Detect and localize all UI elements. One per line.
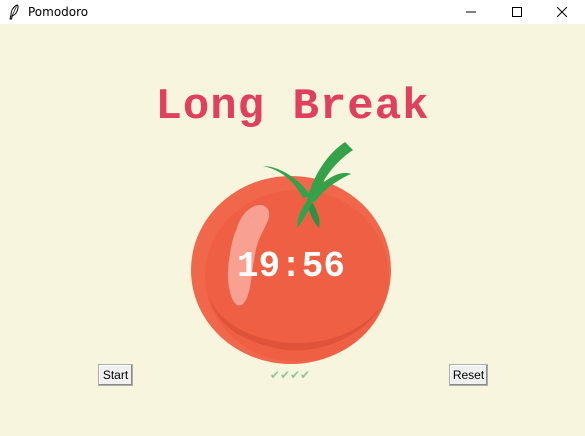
maximize-icon [512, 7, 522, 17]
reset-button[interactable]: Reset [449, 364, 488, 386]
maximize-button[interactable] [494, 0, 540, 24]
timer-display: 19:56 [236, 246, 346, 287]
completed-checkmarks: ✔✔✔✔ [269, 368, 311, 382]
close-icon [557, 7, 567, 17]
close-button[interactable] [539, 0, 585, 24]
title-bar: Pomodoro [0, 0, 585, 24]
minimize-button[interactable] [448, 0, 494, 24]
mode-heading: Long Break [155, 82, 430, 132]
window-title: Pomodoro [28, 5, 89, 19]
feather-icon [9, 4, 19, 20]
minimize-icon [466, 11, 476, 13]
start-button[interactable]: Start [98, 364, 133, 386]
